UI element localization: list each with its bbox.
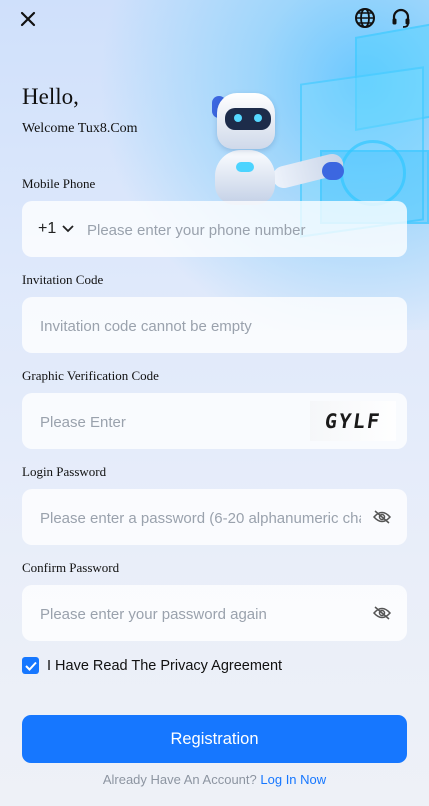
greeting-title: Hello, [22,84,79,109]
welcome-text: Welcome Tux8.Com [22,121,138,136]
confirm-password-field [22,585,407,643]
phone-input[interactable] [85,201,391,259]
confirm-password-input[interactable] [38,585,363,643]
close-button[interactable] [15,6,41,32]
robot-visor [225,108,271,130]
chevron-down-icon [62,225,74,233]
password-input[interactable] [38,489,363,547]
toggle-password-visibility[interactable] [371,507,393,527]
mobile-phone-label: Mobile Phone [22,176,96,191]
login-password-field [22,489,407,547]
login-prompt: Already Have An Account? Log In Now [0,772,429,787]
captcha-text: GYLF [323,409,383,433]
country-code-select[interactable]: +1 [38,201,74,257]
headset-icon [392,8,410,28]
privacy-agreement-text[interactable]: I Have Read The Privacy Agreement [47,658,282,674]
robot-core-light [236,162,254,172]
close-icon [20,11,36,27]
language-button[interactable] [352,5,378,31]
login-now-link[interactable]: Log In Now [260,772,326,787]
captcha-field: GYLF [22,393,407,451]
captcha-image[interactable]: GYLF [310,401,396,441]
support-button[interactable] [388,5,414,31]
captcha-input[interactable] [38,393,297,451]
check-icon [24,661,37,671]
globe-icon [355,8,375,28]
robot-eye [254,114,262,122]
login-prompt-text: Already Have An Account? [102,772,257,787]
confirm-password-label: Confirm Password [22,560,120,575]
robot-eye [234,114,242,122]
invitation-code-input[interactable] [38,297,391,355]
toggle-confirm-visibility[interactable] [371,603,393,623]
eye-off-icon [372,510,392,524]
login-password-label: Login Password [22,464,107,479]
eye-off-icon [372,606,392,620]
privacy-checkbox[interactable] [22,657,39,674]
invitation-code-label: Invitation Code [22,272,104,287]
robot-body [215,150,275,205]
mobile-phone-field: +1 [22,201,407,259]
privacy-agreement: I Have Read The Privacy Agreement [22,657,282,674]
registration-button[interactable]: Registration [22,715,407,763]
captcha-label: Graphic Verification Code [22,368,159,383]
country-code-value: +1 [38,220,57,237]
robot-hand [322,162,344,180]
hologram-ring [340,140,406,206]
invitation-code-field [22,297,407,355]
